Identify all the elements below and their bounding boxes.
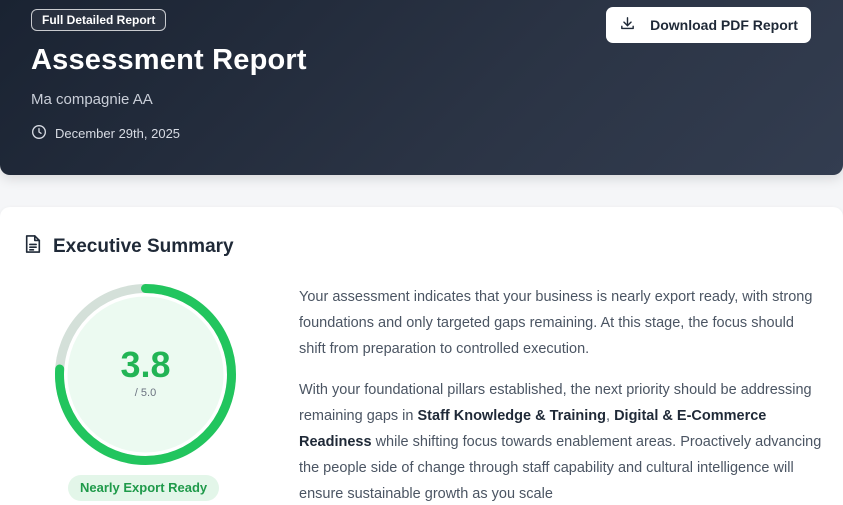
executive-summary-card: Executive Summary 3.8 / 5.0 Nearly Expor… — [0, 207, 843, 505]
download-pdf-button[interactable]: Download PDF Report — [606, 7, 811, 43]
score-max: / 5.0 — [134, 386, 157, 399]
report-date-text: December 29th, 2025 — [55, 126, 181, 141]
report-date: December 29th, 2025 — [31, 124, 180, 143]
report-type-badge: Full Detailed Report — [31, 9, 167, 31]
gap-staff-knowledge: Staff Knowledge & Training — [417, 408, 607, 424]
paragraph-2-rest: while shifting focus towards enablement … — [299, 434, 822, 502]
summary-text: Your assessment indicates that your busi… — [299, 284, 824, 505]
score-display: 3.8 / 5.0 — [53, 282, 238, 467]
summary-paragraph-2: With your foundational pillars establish… — [299, 377, 824, 505]
readiness-status-badge: Nearly Export Ready — [68, 475, 220, 501]
report-header: Full Detailed Report Assessment Report M… — [0, 0, 843, 175]
section-header: Executive Summary — [24, 234, 234, 259]
document-icon — [24, 234, 42, 259]
section-title: Executive Summary — [53, 235, 234, 257]
clock-icon — [31, 124, 47, 143]
paragraph-2-separator: , — [606, 408, 615, 424]
download-icon — [619, 15, 636, 35]
summary-paragraph-1: Your assessment indicates that your busi… — [299, 289, 813, 357]
page-title: Assessment Report — [31, 44, 307, 76]
score-value: 3.8 — [120, 343, 171, 385]
company-name: Ma compagnie AA — [31, 91, 153, 108]
download-pdf-label: Download PDF Report — [650, 17, 798, 33]
